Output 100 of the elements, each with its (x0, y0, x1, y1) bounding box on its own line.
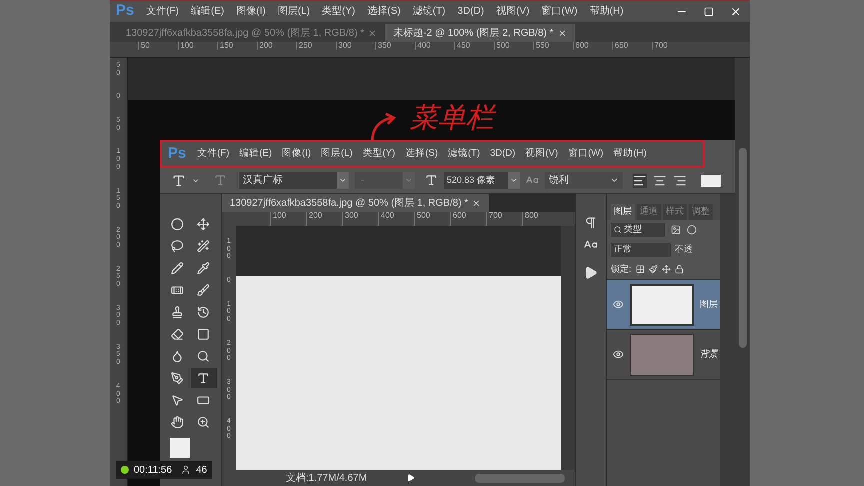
brush-icon (197, 284, 210, 296)
tool-button[interactable] (190, 368, 217, 388)
panel-tab[interactable]: 图层 (611, 204, 635, 220)
pointer-icon (170, 394, 184, 406)
menu-item[interactable]: 编辑(E) (234, 146, 278, 162)
paragraph-icon[interactable] (584, 216, 598, 230)
menu-item[interactable]: 3D(D) (452, 4, 490, 19)
move-icon[interactable] (662, 264, 671, 274)
close-icon[interactable] (472, 198, 482, 208)
pencil-icon (170, 262, 184, 274)
play-icon[interactable] (407, 474, 416, 482)
lasso-icon (170, 240, 184, 252)
menu-item[interactable]: 文件(F) (140, 4, 186, 19)
hand-icon (170, 416, 184, 428)
panel-tab[interactable]: 调整 (689, 204, 713, 220)
grid-icon[interactable] (636, 264, 645, 274)
font-size-field[interactable]: 520.83 像素 (444, 172, 520, 189)
zoom-icon (197, 416, 210, 428)
bandage-icon (170, 284, 184, 296)
document-tab[interactable]: 未标题-2 @ 100% (图层 2, RGB/8) * (385, 24, 575, 42)
align-left-icon[interactable] (633, 174, 647, 188)
horizontal-ruler: 50 100 150 200 250 300 350 400 450 500 550 600 650 700 (110, 42, 750, 58)
menu-item[interactable]: 文件(F) (192, 146, 234, 162)
type-icon[interactable] (172, 174, 186, 188)
droplet-icon (170, 350, 184, 362)
menu-item[interactable]: 帮助(H) (584, 4, 630, 19)
menu-item[interactable]: 窗口(W) (536, 4, 584, 19)
play-icon[interactable] (584, 266, 598, 280)
menu-item[interactable]: 视图(V) (520, 146, 564, 162)
color-swatch[interactable] (701, 174, 721, 186)
close-icon[interactable] (558, 28, 567, 38)
menu-item[interactable]: 滤镜(T) (443, 146, 486, 162)
image-icon[interactable] (671, 224, 681, 234)
panel-tab[interactable]: 样式 (663, 204, 687, 220)
ellipse-icon (170, 218, 184, 230)
brush-icon[interactable] (648, 264, 658, 274)
stamp-icon (170, 306, 184, 318)
scrollbar[interactable] (735, 58, 750, 486)
caret-icon (337, 172, 349, 189)
horizontal-scrollbar[interactable] (475, 474, 566, 482)
annotation-text: 菜单栏 (410, 104, 494, 132)
horizontal-ruler: 100 200 300 400 500 600 700 800 (222, 212, 575, 226)
filter-dropdown[interactable]: 类型 (611, 222, 665, 236)
menu-item[interactable]: 选择(S) (400, 146, 444, 162)
layer-row[interactable]: 图层 (607, 280, 720, 330)
menu-item[interactable]: 图像(I) (277, 146, 316, 162)
align-right-icon[interactable] (673, 174, 687, 188)
scrollbar[interactable] (720, 194, 735, 486)
eyedropper-icon (197, 262, 210, 274)
menu-item[interactable]: 图像(I) (230, 4, 272, 19)
menu-item[interactable]: 图层(L) (272, 4, 316, 19)
magnifier-icon (197, 350, 210, 362)
document-size-text: 文档:1.77M/4.67M (286, 472, 368, 486)
record-count: 46 (196, 464, 208, 478)
menu-item[interactable]: 类型(Y) (358, 146, 400, 162)
layer-thumbnail (630, 284, 694, 326)
lock-label: 锁定: (611, 262, 632, 276)
menu-item[interactable]: 3D(D) (485, 146, 521, 162)
rectangle-icon (197, 394, 210, 406)
type-icon (197, 372, 210, 384)
scrollbar[interactable] (561, 226, 575, 470)
move-icon (197, 218, 210, 230)
caret-icon (508, 172, 520, 189)
pen-icon (170, 372, 184, 384)
menu-item[interactable]: 编辑(E) (185, 4, 230, 19)
align-center-icon[interactable] (653, 174, 667, 188)
menu-item[interactable]: 窗口(W) (563, 146, 609, 162)
app-logo: Ps (115, 1, 136, 22)
eye-icon[interactable] (613, 349, 624, 360)
menu-item[interactable]: 类型(Y) (316, 4, 362, 19)
close-icon[interactable] (368, 28, 378, 38)
font-family-dropdown[interactable]: 汉真广标 (239, 172, 349, 189)
maximize-icon[interactable] (704, 6, 714, 16)
font-size-icon (425, 174, 438, 187)
eye-icon[interactable] (613, 299, 624, 310)
document-tab[interactable]: 130927jff6xafkba3558fa.jpg @ 50% (图层 1, RGB/8) * (222, 194, 490, 212)
panel-tab[interactable]: 通道 (637, 204, 661, 220)
history-icon (197, 306, 210, 318)
close-icon[interactable] (730, 6, 742, 18)
antialias-dropdown[interactable]: 锐利 (545, 172, 623, 189)
app-logo: Ps (167, 144, 188, 164)
search-icon (614, 226, 622, 234)
blend-mode-dropdown[interactable]: 正常 (611, 242, 671, 256)
menu-item[interactable]: 选择(S) (362, 4, 407, 19)
record-time: 00:11:56 (134, 464, 172, 478)
opacity-label: 不透 (675, 242, 693, 256)
menu-item[interactable]: 视图(V) (490, 4, 536, 19)
square-icon (197, 328, 210, 340)
lock-icon[interactable] (674, 264, 684, 274)
menu-item[interactable]: 帮助(H) (608, 146, 652, 162)
wand-icon (197, 240, 210, 252)
person-icon (181, 465, 192, 475)
circle-icon[interactable] (687, 224, 697, 234)
layer-thumbnail (630, 334, 694, 376)
menu-item[interactable]: 图层(L) (316, 146, 358, 162)
menu-item[interactable]: 滤镜(T) (406, 4, 452, 19)
caret-icon (403, 172, 415, 189)
layer-name: 背景 (700, 348, 718, 361)
eraser-icon (170, 328, 184, 340)
foreground-swatch[interactable] (170, 438, 190, 458)
